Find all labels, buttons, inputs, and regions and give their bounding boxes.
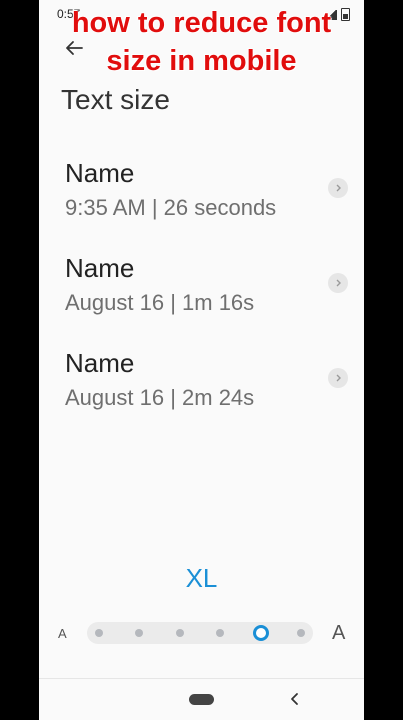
entry-detail: August 16 | 2m 24s <box>65 385 255 410</box>
slider-tick[interactable] <box>95 629 103 637</box>
slider-tick[interactable] <box>175 629 184 637</box>
entry-name: Name <box>65 348 135 378</box>
list-item[interactable]: Name August 16 | 2m 24s <box>65 348 350 432</box>
entry-name: Name <box>65 253 135 283</box>
list-item[interactable]: Name 9:35 AM | 26 seconds <box>65 158 350 242</box>
overlay-line-1: how to reduce font <box>71 7 332 40</box>
video-overlay-title: how to reduce font size in mobile <box>0 4 403 80</box>
font-size-slider[interactable] <box>87 622 313 644</box>
font-size-label: XL <box>185 563 218 593</box>
large-font-glyph: A <box>332 622 346 644</box>
chevron-right-icon <box>328 368 348 388</box>
overlay-line-2: size in mobile <box>106 45 297 78</box>
list-item[interactable]: Name August 16 | 1m 16s <box>65 253 350 337</box>
navigation-bar <box>39 678 364 720</box>
chevron-left-icon[interactable] <box>288 691 302 707</box>
entry-detail: 9:35 AM | 26 seconds <box>65 195 277 220</box>
chevron-right-icon <box>328 178 348 198</box>
phone-screen: 0:57 Text size Name 9:35 AM | 26 seconds… <box>39 0 364 720</box>
entry-name: Name <box>65 158 135 188</box>
small-font-glyph: A <box>58 626 67 641</box>
entry-detail: August 16 | 1m 16s <box>65 290 255 315</box>
chevron-right-icon <box>328 273 348 293</box>
page-title: Text size <box>61 84 170 115</box>
slider-thumb[interactable] <box>252 625 269 641</box>
slider-tick[interactable] <box>297 629 305 637</box>
slider-tick[interactable] <box>216 629 225 637</box>
slider-tick[interactable] <box>135 629 144 637</box>
home-pill-icon[interactable] <box>189 694 214 705</box>
